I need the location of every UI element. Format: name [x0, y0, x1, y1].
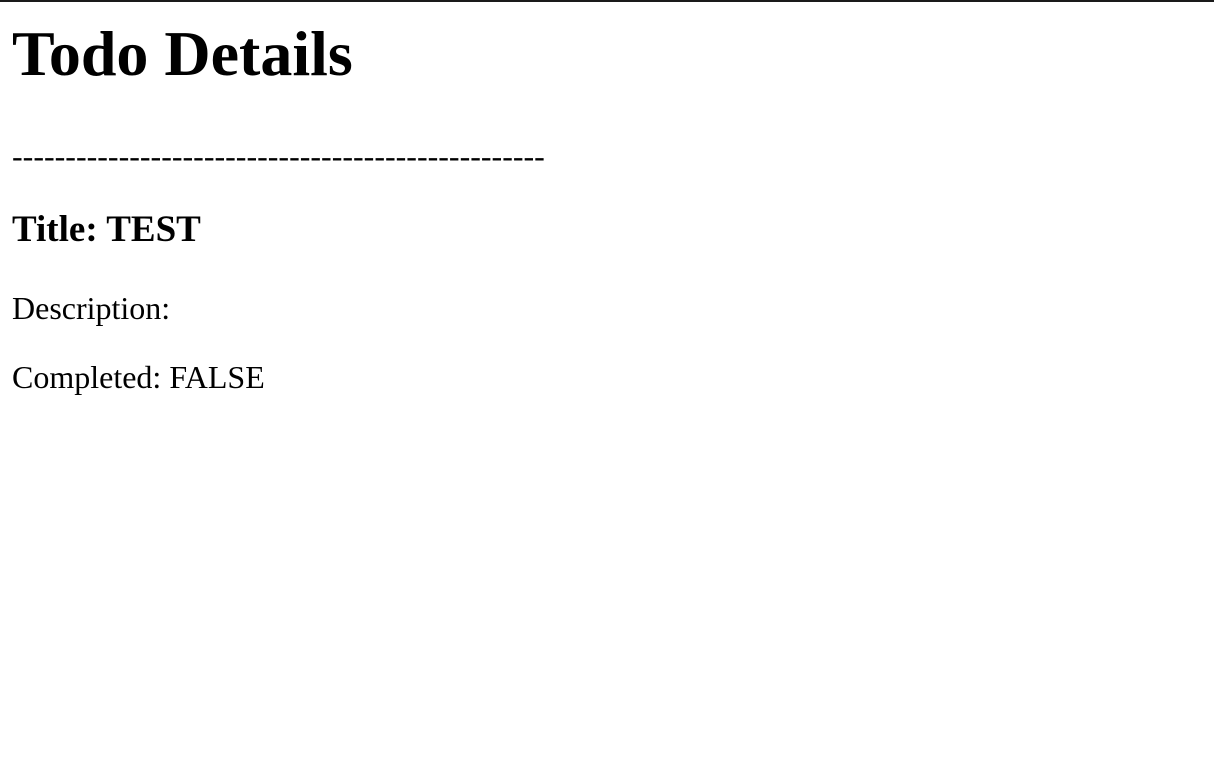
todo-completed-label: Completed:	[12, 359, 162, 395]
todo-title-label: Title:	[12, 209, 98, 250]
todo-description-label: Description:	[12, 290, 171, 326]
todo-completed-value: FALSE	[169, 359, 265, 395]
page-title: Todo Details	[12, 18, 353, 89]
todo-completed: Completed: FALSE	[12, 359, 265, 395]
todo-title-value: TEST	[106, 209, 201, 250]
separator-line: ----------------------------------------…	[12, 138, 545, 174]
top-border	[0, 0, 1214, 2]
todo-description: Description:	[12, 290, 170, 326]
todo-title: Title: TEST	[12, 209, 201, 251]
